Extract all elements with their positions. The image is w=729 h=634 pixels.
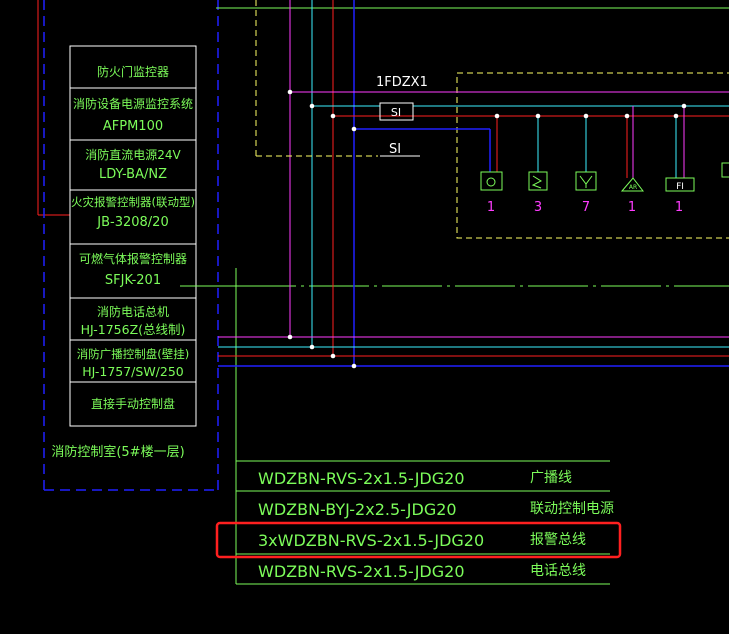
device-count-3: 7 <box>582 200 590 215</box>
panel-item-4-line1: 火灾报警控制器(联动型) <box>71 195 195 209</box>
cad-drawing: 防火门监控器 消防设备电源监控系统 AFPM100 消防直流电源24V LDY-… <box>37 0 729 585</box>
panel-item-5-line2: SFJK-201 <box>105 273 161 288</box>
fi-label: FI <box>676 182 684 192</box>
device-count-5: 1 <box>675 200 683 215</box>
s-module-label: SI <box>389 142 401 157</box>
panel-item-3-line2: LDY-BA/NZ <box>99 167 167 182</box>
bell-label: AR <box>629 184 637 191</box>
panel-item-5-line1: 可燃气体报警控制器 <box>79 251 187 266</box>
legend-cable-2: WDZBN-BYJ-2x2.5-JDG20 <box>258 500 457 519</box>
panel-item-6-line2: HJ-1756Z(总线制) <box>81 322 186 337</box>
si-module-label: SI <box>391 106 401 119</box>
device-count-2: 3 <box>534 200 542 215</box>
panel-item-8-line1: 直接手动控制盘 <box>91 396 175 411</box>
panel-item-7-line2: HJ-1757/SW/250 <box>82 364 184 379</box>
legend-desc-4: 电话总线 <box>530 563 586 579</box>
panel-item-3-line1: 消防直流电源24V <box>85 147 181 162</box>
legend-desc-1: 广播线 <box>530 470 572 486</box>
control-room-label: 消防控制室(5#楼一层) <box>51 444 184 460</box>
fire-interface-icon: FI <box>665 177 695 192</box>
smoke-detector-icon <box>575 171 597 191</box>
panel-item-6-line1: 消防电话总机 <box>97 304 169 319</box>
legend-cable-4: WDZBN-RVS-2x1.5-JDG20 <box>258 562 465 581</box>
legend-cable-1: WDZBN-RVS-2x1.5-JDG20 <box>258 469 465 488</box>
panel-item-1-line1: 防火门监控器 <box>97 64 169 79</box>
panel-item-2-line2: AFPM100 <box>103 119 163 134</box>
legend-desc-3: 报警总线 <box>530 532 586 548</box>
panel-item-4-line2: JB-3208/20 <box>96 215 168 230</box>
loudspeaker-icon <box>480 171 503 191</box>
device-area-dashed-box <box>456 72 729 239</box>
device-count-4: 1 <box>628 200 636 215</box>
manual-alarm-icon: AR <box>620 177 645 192</box>
device-count-1: 1 <box>487 200 495 215</box>
panel-item-7-line1: 消防广播控制盘(壁挂) <box>77 347 189 361</box>
distribution-box-label: 1FDZX1 <box>376 75 428 90</box>
legend-desc-2: 联动控制电源 <box>530 501 614 517</box>
legend-cable-3: 3xWDZBN-RVS-2x1.5-JDG20 <box>258 531 484 550</box>
input-module-icon <box>528 171 548 191</box>
panel-item-2-line1: 消防设备电源监控系统 <box>73 96 193 111</box>
